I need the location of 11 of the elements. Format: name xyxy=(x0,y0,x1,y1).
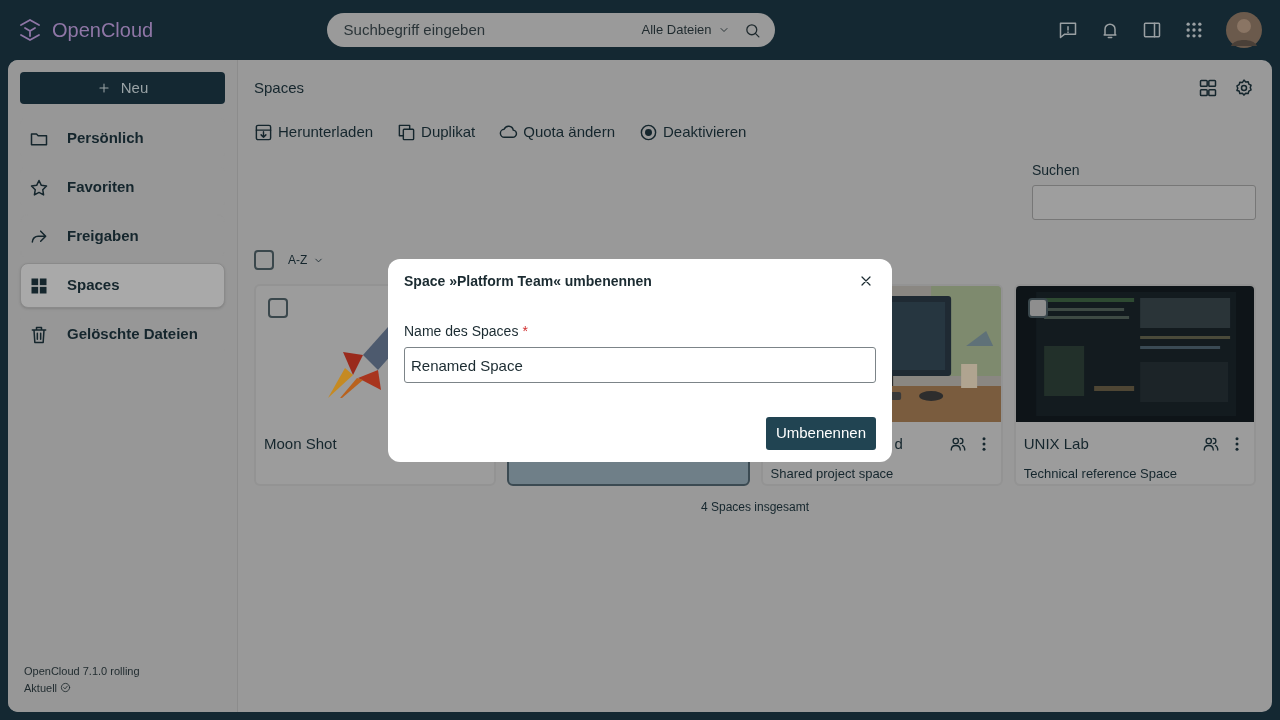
search-label: Suchen xyxy=(1032,161,1081,180)
card-title: UNIX Lab xyxy=(1023,433,1090,454)
version-text: OpenCloud 7.1.0 rolling xyxy=(23,664,141,679)
card-title: Moon Shot xyxy=(264,433,338,454)
spaces-count: 4 Spaces insgesamt xyxy=(699,499,811,516)
card-title: d xyxy=(894,433,903,454)
card-description: Technical reference Space xyxy=(1022,465,1178,483)
status-text: Aktuell xyxy=(24,680,58,696)
app-logo: OpenCloud xyxy=(52,18,154,43)
page-title: Spaces xyxy=(254,77,306,98)
card-description: Shared project space xyxy=(769,465,895,483)
